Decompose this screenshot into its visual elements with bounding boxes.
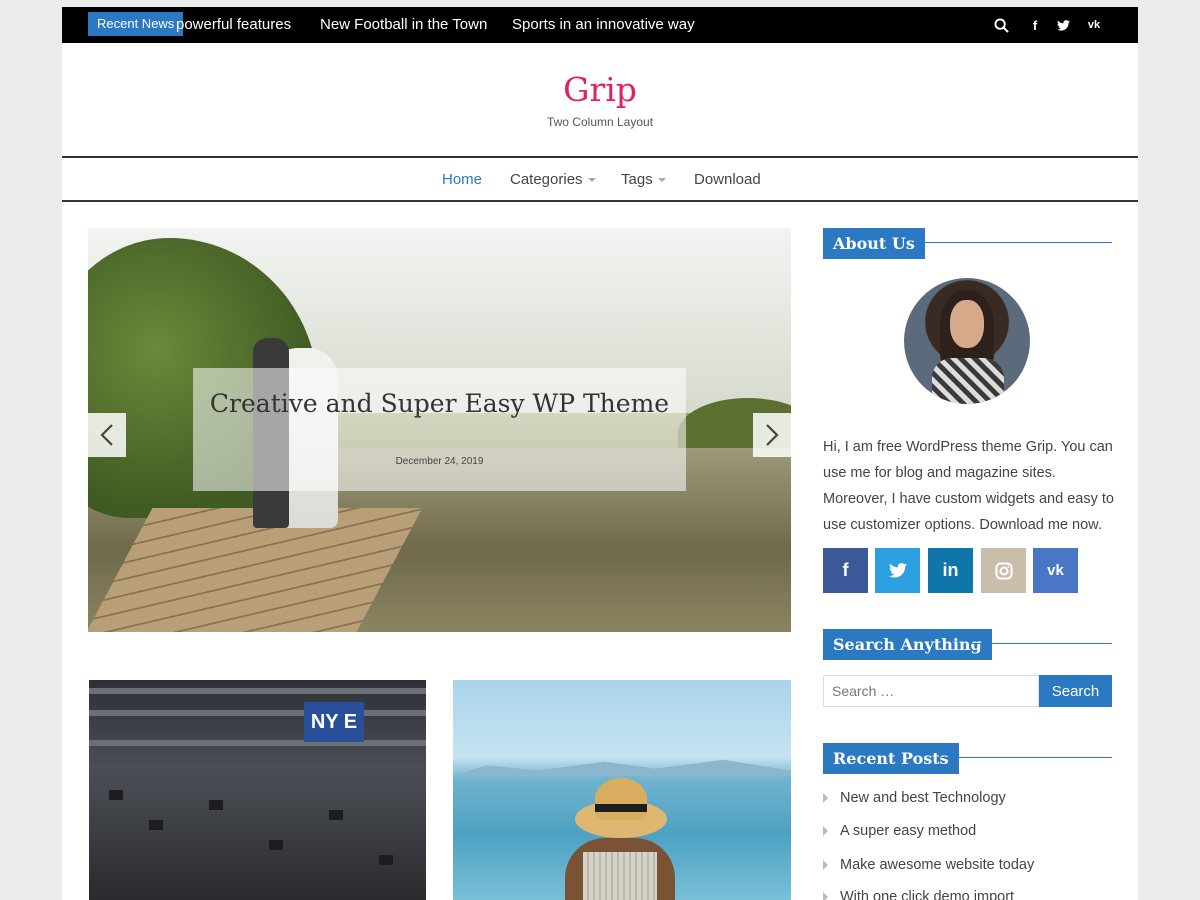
bullet-icon (823, 826, 828, 837)
thumb-terminal (379, 855, 393, 865)
recent-post-title: A super easy method (840, 823, 977, 839)
thumb-beam (89, 740, 426, 746)
nav-home-label: Home (442, 171, 483, 188)
top-bar: Recent News powerful features New Footba… (62, 7, 1138, 43)
chevron-right-icon[interactable] (753, 413, 791, 457)
thumb-person-top (583, 852, 657, 900)
ticker-item-2[interactable]: New Football in the Town (320, 16, 487, 33)
thumb-terminal (109, 790, 123, 800)
recent-news-badge: Recent News (88, 12, 184, 36)
chevron-down-icon (587, 178, 596, 183)
thumb-hat-band (595, 804, 647, 812)
site-title[interactable]: Grip (62, 70, 1138, 109)
vk-icon[interactable]: vk (1033, 548, 1078, 593)
heading-rule (971, 643, 1112, 644)
search-icon[interactable] (993, 17, 1009, 33)
instagram-icon[interactable] (981, 548, 1026, 593)
nav-download-label: Download (694, 171, 761, 188)
about-text: Hi, I am free WordPress theme Grip. You … (823, 439, 1114, 533)
recent-post-link[interactable]: A super easy method (823, 823, 976, 839)
about-avatar (904, 278, 1030, 404)
thumb-terminal (149, 820, 163, 830)
nav-tags-label: Tags (621, 171, 653, 188)
linkedin-icon[interactable]: in (928, 548, 973, 593)
about-widget-heading: About Us (823, 228, 1112, 259)
avatar-face (950, 300, 984, 348)
search-button[interactable]: Search (1039, 675, 1112, 707)
search-input[interactable] (823, 675, 1039, 707)
featured-slider[interactable]: Creative and Super Easy WP Theme Decembe… (88, 228, 791, 632)
search-widget-heading: Search Anything (823, 629, 1112, 660)
recent-post-title: Make awesome website today (840, 857, 1035, 873)
thumb-beam (89, 688, 426, 694)
nav-categories[interactable]: Categories (510, 171, 596, 188)
chevron-left-icon[interactable] (88, 413, 126, 457)
nav-download[interactable]: Download (694, 171, 761, 188)
twitter-icon[interactable] (1055, 17, 1071, 33)
nav-tags[interactable]: Tags (621, 171, 666, 188)
thumb-hat-crown (595, 778, 647, 820)
nav-categories-label: Categories (510, 171, 583, 188)
slide-date: December 24, 2019 (395, 456, 484, 467)
bullet-icon (823, 793, 828, 804)
ticker-item-1[interactable]: powerful features (176, 16, 291, 33)
page: Recent News powerful features New Footba… (62, 7, 1138, 900)
thumb-mountains (453, 759, 791, 776)
recent-post-title: New and best Technology (840, 790, 1006, 806)
recent-posts-title: Recent Posts (823, 743, 959, 774)
post-thumbnail-beach[interactable] (453, 680, 791, 900)
vk-icon[interactable]: vk (1086, 17, 1102, 33)
thumb-screen-text: NY E (304, 702, 364, 742)
chevron-down-icon (657, 178, 666, 183)
site-tagline: Two Column Layout (546, 115, 654, 129)
main-nav: Home Categories Tags Download (62, 156, 1138, 202)
thumb-terminal (269, 840, 283, 850)
recent-post-title: With one click demo import (840, 889, 1015, 900)
thumb-terminal (209, 800, 223, 810)
thumb-terminal (329, 810, 343, 820)
slide-title[interactable]: Creative and Super Easy WP Theme (193, 388, 686, 419)
search-widget-title: Search Anything (823, 629, 992, 660)
post-thumbnail-stock-exchange[interactable]: NY E (89, 680, 426, 900)
bullet-icon (823, 860, 828, 871)
nav-home[interactable]: Home (442, 171, 482, 188)
recent-post-link[interactable]: With one click demo import (823, 889, 1014, 900)
ticker-item-3[interactable]: Sports in an innovative way (512, 16, 695, 33)
about-widget-title: About Us (823, 228, 925, 259)
bullet-icon (823, 892, 828, 900)
slide-caption[interactable]: Creative and Super Easy WP Theme Decembe… (193, 368, 686, 491)
recent-posts-heading: Recent Posts (823, 743, 1112, 774)
heading-rule (941, 757, 1112, 758)
heading-rule (913, 242, 1112, 243)
facebook-icon[interactable]: f (1027, 17, 1043, 33)
twitter-icon[interactable] (875, 548, 920, 593)
thumb-beam (89, 710, 426, 716)
recent-post-link[interactable]: New and best Technology (823, 790, 1006, 806)
facebook-icon[interactable]: f (823, 548, 868, 593)
avatar-shirt (932, 358, 1004, 404)
recent-post-link[interactable]: Make awesome website today (823, 857, 1034, 873)
